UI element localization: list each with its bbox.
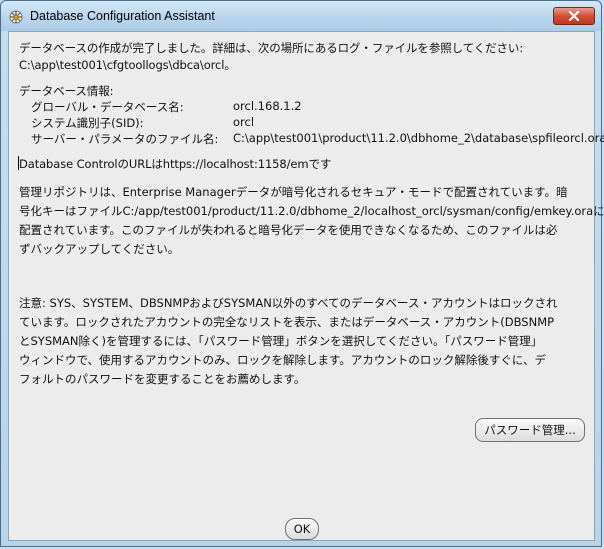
spfile-label: サーバー・パラメータのファイル名: [31,132,219,146]
close-button[interactable] [553,7,595,25]
ok-button[interactable]: OK [285,518,319,540]
title-bar[interactable]: Database Configuration Assistant [1,1,601,31]
completion-message: データベースの作成が完了しました。詳細は、次の場所にあるログ・ファイルを参照して… [19,41,524,55]
sid-label: システム識別子(SID): [31,116,144,130]
sid-value: orcl [233,115,255,129]
db-info-heading: データベース情報: [19,84,114,98]
log-path: C:\app\test001\cfgtoollogs\dbca\orcl。 [19,58,236,72]
repository-line: 号化キーはファイルC:/app/test001/product/11.2.0/d… [19,204,604,218]
repository-line: 配置されています。このファイルが失われると暗号化データを使用できなくなるため、こ… [19,223,558,237]
note-line: 注意: SYS、SYSTEM、DBSNMPおよびSYSMAN以外のすべてのデータ… [19,296,558,310]
note-line: ウィンドウで、使用するアカウントのみ、ロックを解除します。アカウントのロック解除… [19,353,547,367]
repository-note: 管理リポジトリは、Enterprise Managerデータが暗号化されるセキュ… [19,183,604,259]
window-title: Database Configuration Assistant [30,9,215,23]
account-lock-note: 注意: SYS、SYSTEM、DBSNMPおよびSYSMAN以外のすべてのデータ… [19,294,587,389]
repository-line: 管理リポジトリは、Enterprise Managerデータが暗号化されるセキュ… [19,185,568,199]
spfile-value: C:\app\test001\product\11.2.0\dbhome_2\d… [233,131,604,145]
repository-line: ずバックアップしてください。 [19,242,180,256]
global-db-name-value: orcl.168.1.2 [233,99,302,113]
db-control-url: Database ControlのURLはhttps://localhost:1… [19,157,332,171]
password-management-button[interactable]: パスワード管理... [475,418,585,442]
note-line: とSYSMAN除く)を管理するには、「パスワード管理」ボタンを選択してください。… [19,334,543,348]
oracle-dbca-icon [8,9,24,25]
note-line: フォルトのパスワードを変更することをお薦めします。 [19,372,306,386]
close-icon [568,11,580,21]
dbca-dialog-window: Database Configuration Assistant データベースの… [0,0,604,547]
global-db-name-label: グローバル・データベース名: [31,100,184,114]
dialog-content: データベースの作成が完了しました。詳細は、次の場所にあるログ・ファイルを参照して… [8,31,604,541]
note-line: ています。ロックされたアカウントの完全なリストを表示、またはデータベース・アカウ… [19,315,555,329]
